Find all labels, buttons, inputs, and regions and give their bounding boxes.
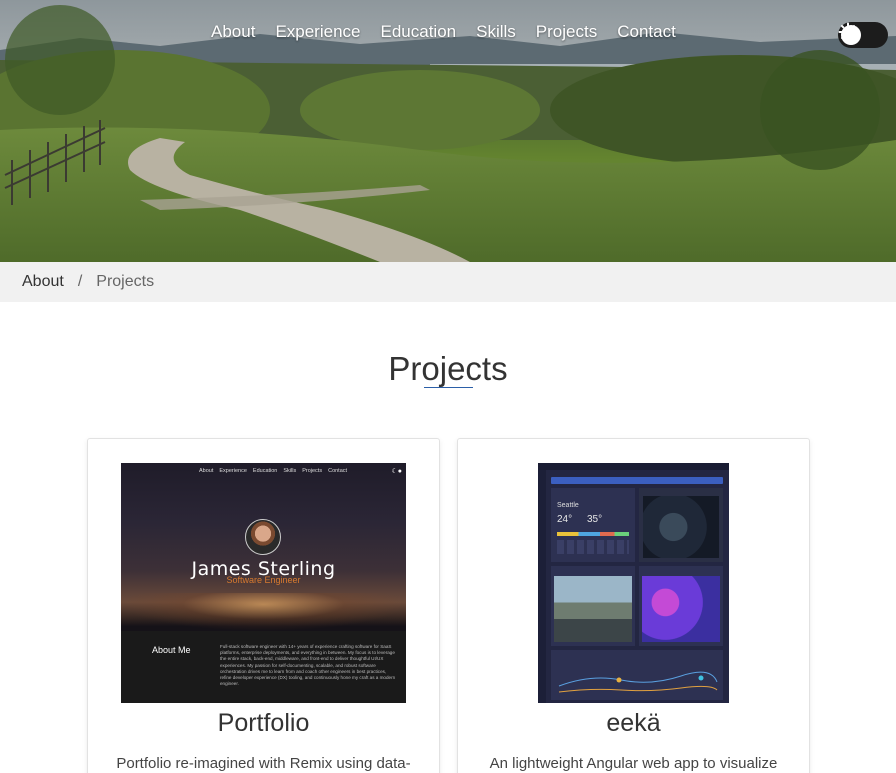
project-card-eeka[interactable]: Seattle 24° 35° eekä An lightweight Angu… [457, 438, 810, 773]
thumbnail-camera-image [554, 576, 632, 642]
theme-toggle[interactable] [838, 22, 888, 48]
project-title: eekä [606, 709, 661, 737]
thumbnail-nav-item: Skills [283, 468, 297, 474]
thumbnail-role: Software Engineer [226, 575, 301, 585]
thumbnail-temp-now: 24° [557, 514, 573, 525]
thumbnail-weather-panel: Seattle 24° 35° [551, 488, 635, 562]
thumbnail-nav-item: Education [252, 468, 278, 474]
thumbnail-search-bar [551, 477, 723, 484]
section-title: Projects [388, 350, 508, 387]
nav-link-experience[interactable]: Experience [275, 22, 360, 42]
thumbnail-about-section: About Me Full-stack software engineer wi… [121, 631, 406, 703]
project-description: An lightweight Angular web app to visual… [489, 755, 778, 772]
thumbnail-nav-item: About [199, 468, 214, 474]
thumbnail-chart-panel [551, 650, 723, 700]
nav-links: About Experience Education Skills Projec… [211, 22, 676, 42]
project-description: Portfolio re-imagined with Remix using d… [116, 755, 411, 772]
top-nav: About Experience Education Skills Projec… [0, 0, 896, 68]
breadcrumb-current: Projects [96, 273, 155, 290]
city-lights [121, 593, 406, 631]
thumbnail-nav-item: Experience [219, 468, 247, 474]
project-card-portfolio[interactable]: About Experience Education Skills Projec… [87, 438, 440, 773]
nav-link-about[interactable]: About [211, 22, 255, 42]
thumbnail-nav-item: Contact [328, 468, 348, 474]
project-thumbnail-eeka[interactable]: Seattle 24° 35° [538, 463, 729, 703]
thumbnail-sidebar [538, 470, 546, 703]
thumbnail-bar [557, 532, 629, 536]
nav-link-contact[interactable]: Contact [617, 22, 676, 42]
thumbnail-chart [558, 671, 718, 693]
thumbnail-temp-feels: 35° [587, 514, 603, 525]
breadcrumb-separator: / [77, 273, 83, 290]
sun-icon [838, 22, 858, 42]
thumbnail-forecast [557, 540, 629, 554]
project-title: Portfolio [217, 709, 310, 737]
nav-link-education[interactable]: Education [381, 22, 457, 42]
thumbnail-topbar [538, 463, 729, 470]
thumbnail-about-label: About Me [152, 645, 191, 655]
thumbnail-map-panel [639, 488, 723, 562]
thumbnail-camera-panel [551, 566, 635, 646]
thumbnail-radar-image [642, 576, 720, 642]
project-thumbnail-portfolio[interactable]: About Experience Education Skills Projec… [121, 463, 406, 703]
thumbnail-radar-panel [639, 566, 723, 646]
thumbnail-about-text: Full-stack software engineer with 14+ ye… [220, 644, 396, 687]
breadcrumb: About / Projects [0, 262, 896, 302]
nav-link-projects[interactable]: Projects [536, 22, 597, 42]
thumbnail-map [643, 496, 719, 558]
nav-link-skills[interactable]: Skills [476, 22, 516, 42]
breadcrumb-about-link[interactable]: About [22, 273, 64, 291]
thumbnail-nav: About Experience Education Skills Projec… [199, 468, 347, 474]
hero-banner: About Experience Education Skills Projec… [0, 0, 896, 262]
thumbnail-city: Seattle [557, 502, 579, 509]
thumbnail-moon-icon: ☾● [391, 468, 402, 475]
avatar [245, 519, 281, 555]
title-underline [424, 387, 473, 388]
thumbnail-nav-item: Projects [302, 468, 323, 474]
